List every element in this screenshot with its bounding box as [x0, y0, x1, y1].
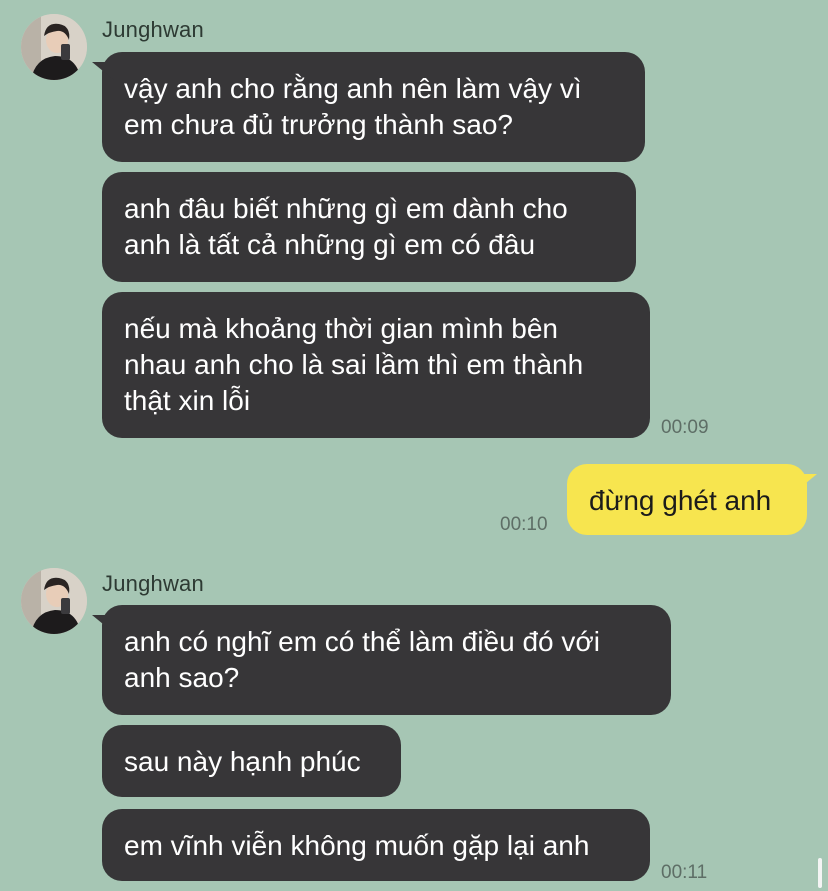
message-timestamp: 00:09: [661, 417, 709, 438]
message-bubble[interactable]: anh có nghĩ em có thể làm điều đó với an…: [102, 605, 671, 715]
message-bubble[interactable]: nếu mà khoảng thời gian mình bên nhau an…: [102, 292, 650, 438]
sender-name: Junghwan: [102, 17, 204, 42]
message-bubble[interactable]: em vĩnh viễn không muốn gặp lại anh: [102, 809, 650, 881]
message-bubble[interactable]: anh đâu biết những gì em dành cho anh là…: [102, 172, 636, 282]
message-bubble[interactable]: vậy anh cho rằng anh nên làm vậy vì em c…: [102, 52, 645, 162]
my-message-bubble[interactable]: đừng ghét anh: [567, 464, 807, 535]
message-timestamp: 00:10: [500, 514, 548, 535]
avatar[interactable]: [21, 14, 87, 80]
avatar[interactable]: [21, 568, 87, 634]
message-bubble[interactable]: sau này hạnh phúc: [102, 725, 401, 797]
profile-photo-icon: [21, 568, 87, 634]
message-timestamp: 00:11: [661, 862, 708, 883]
scrollbar[interactable]: [818, 858, 822, 888]
sender-name: Junghwan: [102, 571, 204, 596]
profile-photo-icon: [21, 14, 87, 80]
